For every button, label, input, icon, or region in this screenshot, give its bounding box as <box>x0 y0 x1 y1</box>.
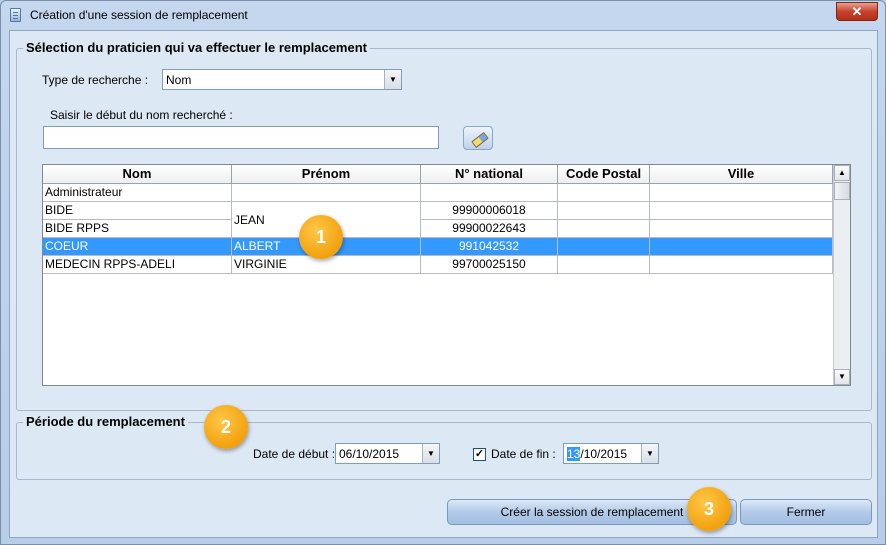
end-date-picker[interactable]: 13/10/2015 ▼ <box>563 443 659 464</box>
cell-prenom: VIRGINIE <box>232 256 421 274</box>
start-date-picker[interactable]: 06/10/2015 ▼ <box>335 443 440 464</box>
chevron-down-icon[interactable]: ▼ <box>641 444 658 463</box>
cell-nom: MEDECIN RPPS-ADELI <box>43 256 232 274</box>
start-date-value: 06/10/2015 <box>339 447 400 461</box>
cell-code-postal <box>558 238 650 256</box>
replacement-period-title: Période du remplacement <box>23 414 188 429</box>
callout-marker-1: 1 <box>299 215 343 259</box>
cell-prenom <box>232 184 421 202</box>
title-bar: Création d'une session de remplacement ✕ <box>1 1 885 29</box>
replacement-period-group: Période du remplacement Date de début : … <box>16 414 872 480</box>
cell-nom: BIDE <box>43 202 232 220</box>
search-type-label: Type de recherche : <box>42 73 149 87</box>
scroll-down-icon[interactable]: ▼ <box>834 369 850 385</box>
column-header-ville[interactable]: Ville <box>650 165 833 184</box>
table-header: Nom Prénom N° national Code Postal Ville <box>43 165 833 184</box>
cell-numero: 99900006018 <box>421 202 558 220</box>
cell-ville <box>650 202 833 220</box>
column-header-prenom[interactable]: Prénom <box>232 165 421 184</box>
cell-numero: 991042532 <box>421 238 558 256</box>
table-row[interactable]: MEDECIN RPPS-ADELI VIRGINIE 99700025150 <box>43 256 833 274</box>
cell-nom: COEUR <box>43 238 232 256</box>
window-title: Création d'une session de remplacement <box>30 8 248 22</box>
cell-ville <box>650 184 833 202</box>
end-date-checkbox[interactable]: ✓ <box>473 448 486 461</box>
practitioner-selection-title: Sélection du praticien qui va effectuer … <box>23 40 370 55</box>
cell-numero: 99700025150 <box>421 256 558 274</box>
column-header-numero[interactable]: N° national <box>421 165 558 184</box>
table-row[interactable]: Administrateur <box>43 184 833 202</box>
table-scrollbar[interactable]: ▲ ▼ <box>833 165 850 385</box>
cell-nom: BIDE RPPS <box>43 220 232 238</box>
cell-numero <box>421 184 558 202</box>
close-button[interactable]: Fermer <box>740 499 872 525</box>
cell-ville <box>650 220 833 238</box>
end-date-day-selected: 13 <box>567 447 581 461</box>
column-header-nom[interactable]: Nom <box>43 165 232 184</box>
cell-code-postal <box>558 202 650 220</box>
table-row[interactable]: BIDE RPPS 99900022643 <box>43 220 833 238</box>
end-date-value: 13/10/2015 <box>567 447 627 461</box>
end-date-rest: /10/2015 <box>580 447 628 461</box>
scroll-up-icon[interactable]: ▲ <box>834 165 850 181</box>
practitioner-table: Nom Prénom N° national Code Postal Ville… <box>42 164 851 386</box>
cell-ville <box>650 238 833 256</box>
cell-code-postal <box>558 220 650 238</box>
cell-numero: 99900022643 <box>421 220 558 238</box>
column-header-code-postal[interactable]: Code Postal <box>558 165 650 184</box>
close-window-button[interactable]: ✕ <box>836 2 878 21</box>
end-date-label: Date de fin : <box>491 447 556 461</box>
document-icon <box>10 8 21 22</box>
cell-code-postal <box>558 256 650 274</box>
chevron-down-icon[interactable]: ▼ <box>384 70 401 89</box>
callout-marker-3: 3 <box>687 487 731 531</box>
dialog-window: Création d'une session de remplacement ✕… <box>0 0 886 545</box>
cell-nom: Administrateur <box>43 184 232 202</box>
name-search-input[interactable] <box>43 126 439 149</box>
cell-ville <box>650 256 833 274</box>
table-row[interactable]: BIDE 99900006018 <box>43 202 833 220</box>
name-search-label: Saisir le début du nom recherché : <box>50 108 233 122</box>
scrollbar-thumb[interactable] <box>834 182 850 200</box>
chevron-down-icon[interactable]: ▼ <box>422 444 439 463</box>
cell-code-postal <box>558 184 650 202</box>
table-row-selected[interactable]: COEUR ALBERT 991042532 <box>43 238 833 256</box>
callout-marker-2: 2 <box>204 405 248 449</box>
search-type-select[interactable]: Nom ▼ <box>162 69 402 90</box>
dialog-body: Sélection du praticien qui va effectuer … <box>9 30 878 538</box>
search-type-value: Nom <box>166 73 192 87</box>
start-date-label: Date de début : <box>253 447 336 461</box>
clear-search-button[interactable] <box>463 126 493 150</box>
